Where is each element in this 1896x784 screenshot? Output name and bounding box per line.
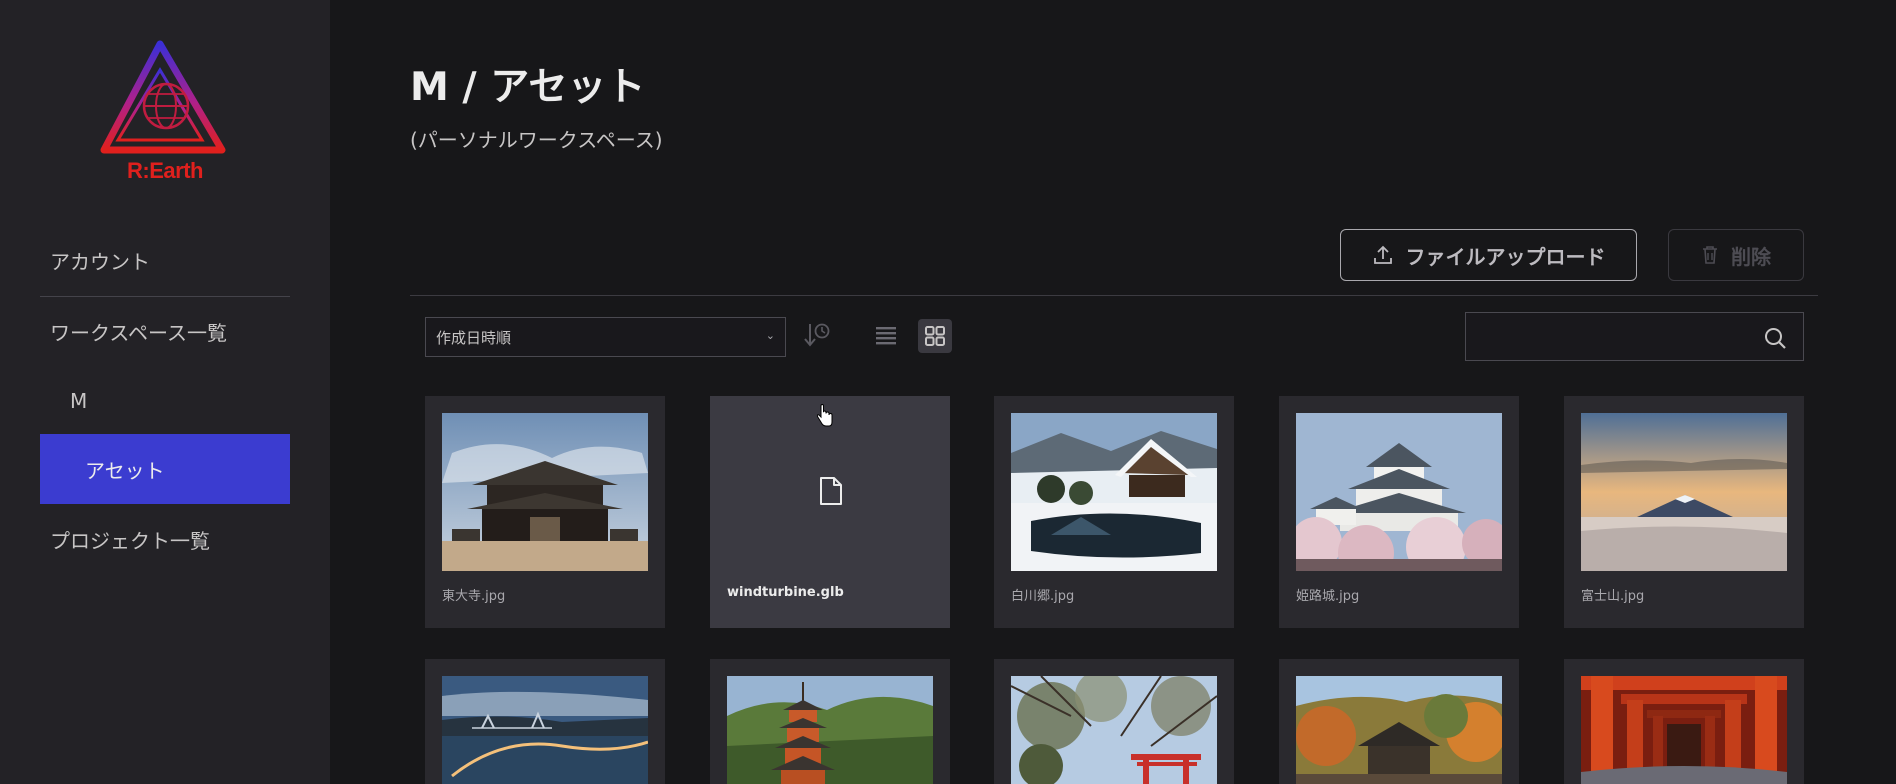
hand-cursor-icon: [816, 404, 833, 427]
reearth-logo[interactable]: R:Earth: [98, 40, 232, 190]
trash-icon: [1703, 246, 1717, 264]
delete-button[interactable]: 削除: [1668, 229, 1804, 281]
search-field[interactable]: [1465, 312, 1804, 361]
search-input[interactable]: [1466, 313, 1756, 360]
search-icon[interactable]: [1763, 326, 1787, 350]
sidebar-item-assets[interactable]: アセット: [40, 434, 290, 504]
page-title: M / アセット: [410, 65, 646, 110]
asset-card[interactable]: [710, 659, 950, 784]
asset-card[interactable]: [1564, 659, 1804, 784]
asset-card[interactable]: 姫路城.jpg: [1279, 396, 1519, 628]
castle-photo: [1296, 413, 1502, 571]
asset-card[interactable]: 東大寺.jpg: [425, 396, 665, 628]
bridge-photo: [442, 676, 648, 784]
toolbar-divider: [410, 295, 1818, 296]
logo-text: R:Earth: [127, 158, 203, 183]
shrine-gate-photo: [1011, 676, 1217, 784]
list-view-icon[interactable]: [870, 320, 902, 352]
torii-tunnel-photo: [1581, 676, 1787, 784]
asset-name: 富士山.jpg: [1581, 589, 1645, 604]
upload-file-button[interactable]: ファイルアップロード: [1340, 229, 1637, 281]
asset-card[interactable]: [994, 659, 1234, 784]
sidebar-item-account[interactable]: アカウント: [40, 225, 290, 295]
asset-name: 東大寺.jpg: [442, 589, 506, 604]
upload-button-label: ファイルアップロード: [1405, 244, 1606, 269]
temple-photo: [442, 413, 648, 571]
mountain-photo: [1581, 413, 1787, 571]
sort-select[interactable]: 作成日時順 ⌄: [425, 317, 786, 357]
asset-card[interactable]: [1279, 659, 1519, 784]
page-subtitle: (パーソナルワークスペース): [410, 128, 663, 152]
sidebar: R:Earth アカウント ワークスペース一覧 M アセット プロジェクト一覧: [0, 0, 330, 784]
autumn-temple-photo: [1296, 676, 1502, 784]
asset-name: 姫路城.jpg: [1296, 589, 1360, 604]
sort-direction-icon[interactable]: [802, 318, 834, 352]
grid-view-icon: [925, 326, 945, 346]
asset-name: windturbine.glb: [727, 585, 844, 600]
asset-card[interactable]: 白川郷.jpg: [994, 396, 1234, 628]
asset-name: 白川郷.jpg: [1011, 589, 1075, 604]
logo-mark-icon: [100, 40, 226, 154]
chevron-down-icon: ⌄: [765, 329, 775, 342]
delete-button-label: 削除: [1731, 244, 1771, 269]
sidebar-item-projects[interactable]: プロジェクト一覧: [40, 504, 290, 574]
file-icon: [820, 477, 842, 505]
app-window: R:Earth アカウント ワークスペース一覧 M アセット プロジェクト一覧 …: [0, 0, 1896, 784]
sidebar-item-workspace-m[interactable]: M: [40, 366, 290, 436]
sidebar-item-workspaces[interactable]: ワークスペース一覧: [40, 296, 290, 366]
snow-village-photo: [1011, 413, 1217, 571]
upload-icon: [1373, 245, 1392, 264]
asset-card[interactable]: 富士山.jpg: [1564, 396, 1804, 628]
pagoda-photo: [727, 676, 933, 784]
asset-card[interactable]: [425, 659, 665, 784]
sort-select-value: 作成日時順: [436, 328, 512, 347]
grid-view-button[interactable]: [918, 319, 952, 353]
asset-card[interactable]: windturbine.glb: [710, 396, 950, 628]
